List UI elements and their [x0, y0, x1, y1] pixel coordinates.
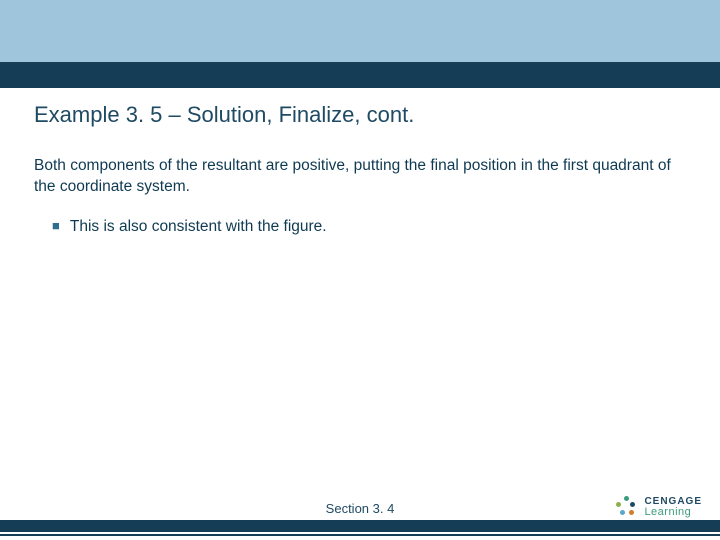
bullet-marker: ■: [52, 216, 60, 236]
cengage-logo: CENGAGE Learning: [616, 496, 702, 518]
header-dark-band: [0, 62, 720, 88]
logo-brand: CENGAGE: [644, 497, 702, 507]
footer-bar-thin: [0, 534, 720, 536]
body-paragraph: Both components of the resultant are pos…: [34, 156, 686, 198]
bullet-item: ■ This is also consistent with the figur…: [52, 216, 686, 238]
header-band: [0, 0, 720, 76]
slide-title: Example 3. 5 – Solution, Finalize, cont.: [34, 102, 686, 128]
logo-text: CENGAGE Learning: [644, 497, 702, 518]
bullet-text: This is also consistent with the figure.: [70, 216, 327, 238]
section-label: Section 3. 4: [0, 501, 720, 516]
footer-bar-dark: [0, 520, 720, 532]
footer: Section 3. 4 CENGAGE Learning: [0, 494, 720, 540]
content-area: Example 3. 5 – Solution, Finalize, cont.…: [34, 102, 686, 238]
logo-mark-icon: [616, 496, 638, 518]
logo-subbrand: Learning: [644, 507, 702, 518]
